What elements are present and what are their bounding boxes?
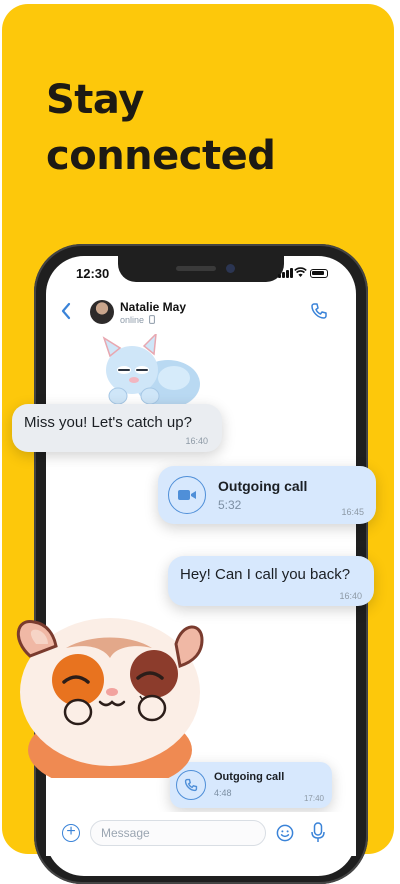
message-time: 16:45	[341, 507, 364, 517]
front-camera	[226, 264, 235, 273]
phone-icon[interactable]	[310, 302, 328, 320]
status-time: 12:30	[76, 266, 110, 281]
add-icon[interactable]: +	[62, 824, 80, 842]
call-title: Outgoing call	[214, 771, 285, 783]
headline-line-2: connected	[46, 133, 276, 179]
headline: Stay connected	[46, 72, 276, 184]
call-bubble-outgoing[interactable]: Outgoing call 5:32 16:45	[158, 466, 376, 524]
status-icons	[278, 266, 330, 280]
headline-line-1: Stay	[46, 77, 144, 123]
video-camera-icon	[178, 490, 196, 500]
message-time: 16:40	[339, 591, 362, 601]
battery-icon	[310, 269, 328, 278]
message-text: Hey! Can I call you back?	[180, 566, 351, 583]
call-duration: 4:48	[214, 788, 232, 798]
contact-status: online	[120, 315, 155, 325]
message-bubble-outgoing[interactable]: Hey! Can I call you back? 16:40	[168, 556, 374, 606]
contact-status-text: online	[120, 315, 145, 325]
call-duration: 5:32	[218, 498, 242, 512]
back-icon[interactable]	[60, 302, 72, 320]
phone-notch	[118, 256, 284, 282]
speaker-grille	[176, 266, 216, 271]
hamster-sticker[interactable]	[6, 600, 210, 778]
message-bubble-incoming[interactable]: Miss you! Let's catch up? 16:40	[12, 404, 222, 452]
wifi-icon	[294, 267, 307, 281]
mobile-device-icon	[148, 315, 155, 324]
phone-call-icon	[184, 778, 198, 792]
cat-sticker[interactable]	[96, 334, 204, 410]
message-time: 16:40	[185, 436, 208, 446]
message-time: 17:40	[303, 794, 324, 803]
call-title: Outgoing call	[218, 478, 308, 494]
microphone-icon[interactable]	[310, 822, 326, 844]
emoji-icon[interactable]	[276, 824, 294, 842]
contact-name[interactable]: Natalie May	[120, 300, 186, 314]
video-call-button[interactable]	[168, 476, 206, 514]
message-input[interactable]	[90, 820, 266, 846]
avatar[interactable]	[90, 300, 114, 324]
message-text: Miss you! Let's catch up?	[24, 414, 192, 431]
